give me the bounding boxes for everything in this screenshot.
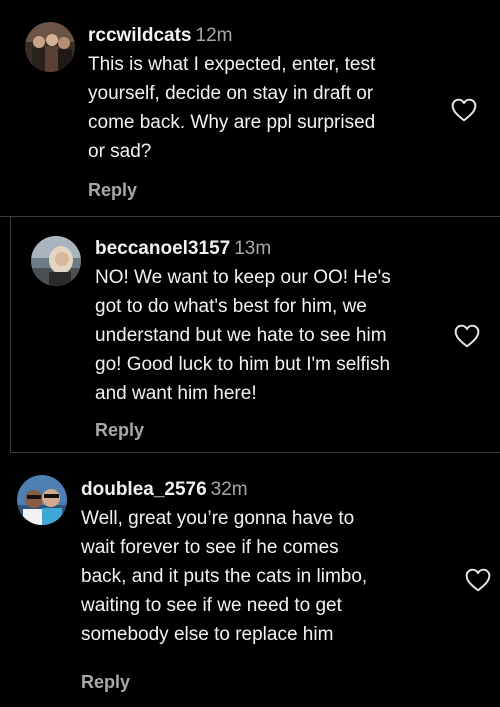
comment-timestamp: 32m <box>210 479 248 500</box>
comment-username[interactable]: doublea_2576 <box>81 479 207 500</box>
reply-button[interactable]: Reply <box>81 672 130 693</box>
comment-item-reply: beccanoel3157 13m NO! We want to keep our… <box>10 217 500 453</box>
comment-username[interactable]: beccanoel3157 <box>95 238 230 259</box>
comment-text: This is what I expected, enter, test you… <box>88 54 376 162</box>
comment-text: Well, great you’re gonna have to wait fo… <box>81 508 368 645</box>
group-photo-avatar-icon <box>25 22 75 72</box>
comment-text: NO! We want to keep our OO! He's got to … <box>95 267 391 404</box>
heart-outline-icon <box>465 568 491 592</box>
comment-timestamp: 13m <box>234 238 272 259</box>
heart-outline-icon <box>451 98 477 122</box>
heart-outline-icon <box>454 324 480 348</box>
comment-item: rccwildcats 12m This is what I expected, … <box>0 0 500 217</box>
avatar[interactable] <box>25 22 75 72</box>
like-button[interactable] <box>465 568 491 592</box>
reply-button[interactable]: Reply <box>95 420 144 441</box>
comment-item: doublea_2576 32m Well, great you’re gonna… <box>0 453 500 707</box>
person-photo-avatar-icon <box>31 236 81 286</box>
avatar[interactable] <box>17 475 67 525</box>
like-button[interactable] <box>451 98 477 122</box>
couple-selfie-avatar-icon <box>17 475 67 525</box>
like-button[interactable] <box>454 324 480 348</box>
comment-username[interactable]: rccwildcats <box>88 25 192 46</box>
comment-timestamp: 12m <box>195 25 233 46</box>
avatar[interactable] <box>31 236 81 286</box>
reply-button[interactable]: Reply <box>88 180 137 201</box>
